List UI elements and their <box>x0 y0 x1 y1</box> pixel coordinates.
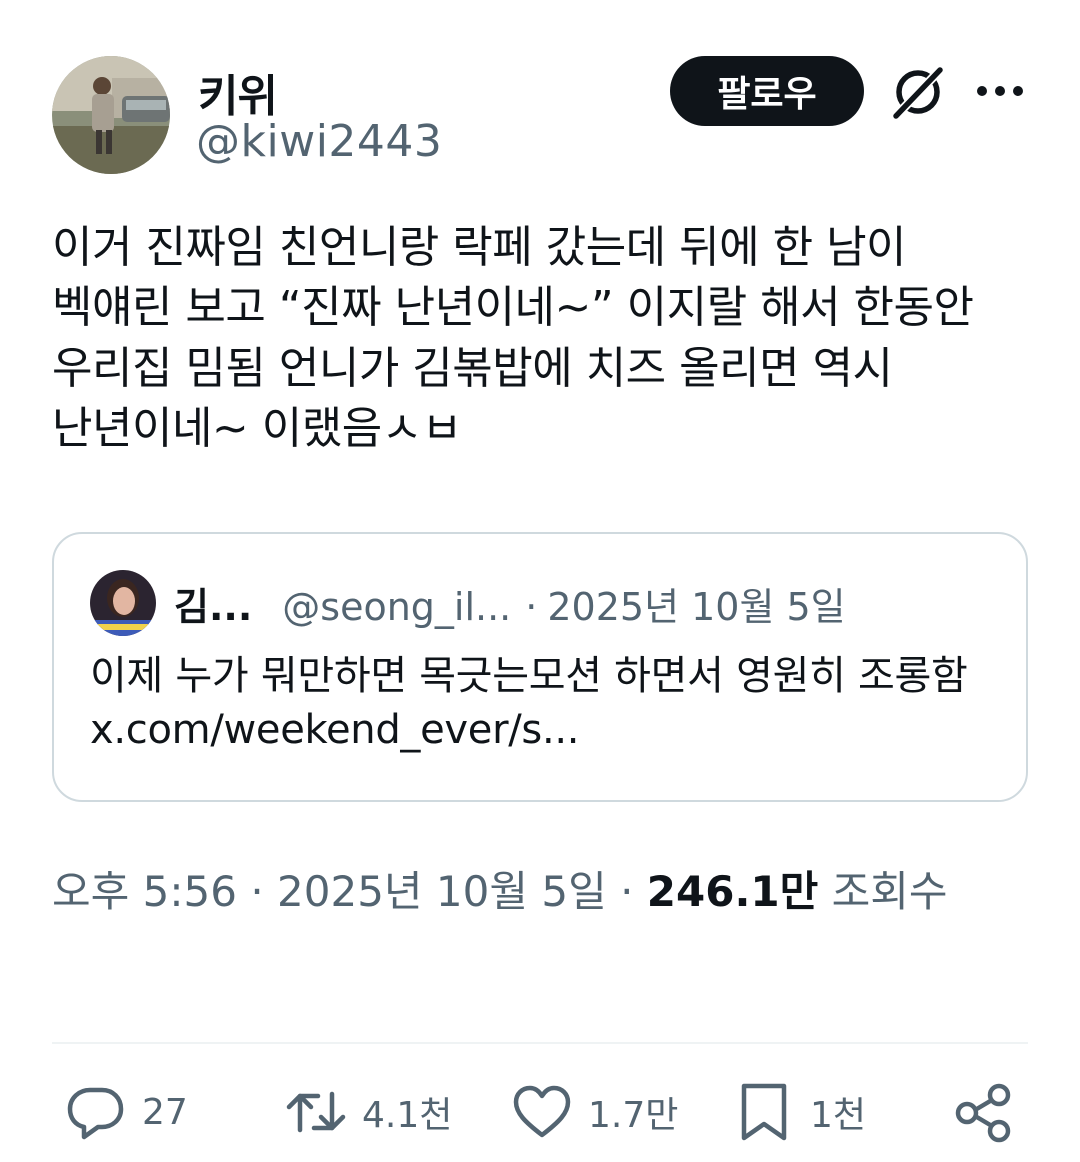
action-bar: 27 4.1천 1.7만 1천 <box>52 1070 1028 1154</box>
author-handle[interactable]: @kiwi2443 <box>196 116 442 167</box>
quoted-tweet-meta: 김... @seong_il... · 2025년 10월 5일 <box>174 576 846 631</box>
grok-icon[interactable] <box>888 62 948 122</box>
quoted-tweet-date: 2025년 10월 5일 <box>547 585 846 629</box>
author-display-name[interactable]: 키위 <box>198 60 278 124</box>
bookmark-button[interactable]: 1천 <box>732 1070 866 1154</box>
share-button[interactable] <box>952 1070 1016 1154</box>
tweet-date[interactable]: 2025년 10월 5일 <box>277 867 607 916</box>
tweet-time[interactable]: 오후 5:56 <box>52 867 237 916</box>
views-label: 조회수 <box>831 867 948 916</box>
separator-dot: · <box>250 867 264 916</box>
quoted-author-avatar <box>90 570 156 636</box>
separator-dot: · <box>525 585 538 629</box>
reply-count: 27 <box>142 1091 188 1133</box>
reply-icon <box>67 1087 124 1140</box>
tweet-text: 이거 진짜임 친언니랑 락페 갔는데 뒤에 한 남이 벡얘린 보고 “진짜 난년… <box>52 222 987 454</box>
quoted-author-handle: @seong_il... <box>282 585 512 629</box>
divider <box>52 1042 1028 1044</box>
heart-icon <box>513 1085 571 1138</box>
retweet-button[interactable]: 4.1천 <box>284 1070 452 1154</box>
separator-dot: · <box>620 867 634 916</box>
views-count: 246.1만 <box>646 867 819 916</box>
more-icon[interactable] <box>974 76 1026 106</box>
follow-button[interactable]: 팔로우 <box>670 56 864 126</box>
tweet-header: 키위 @kiwi2443 팔로우 <box>52 52 1032 176</box>
retweet-icon <box>286 1091 346 1133</box>
reply-button[interactable]: 27 <box>64 1070 188 1154</box>
quoted-author-name: 김... <box>174 585 253 629</box>
bookmark-icon <box>741 1083 787 1141</box>
author-avatar[interactable] <box>52 56 170 174</box>
quoted-tweet-text: 이제 누가 뭐만하면 목긋는모션 하면서 영원히 조롱함 x.com/weeke… <box>90 653 968 753</box>
share-icon <box>955 1083 1011 1143</box>
bookmark-count: 1천 <box>810 1095 867 1136</box>
quoted-tweet[interactable]: 김... @seong_il... · 2025년 10월 5일 이제 누가 뭐만하면… <box>52 532 1028 802</box>
retweet-count: 4.1천 <box>362 1095 453 1136</box>
tweet-meta: 오후 5:56 · 2025년 10월 5일 · 246.1만 조회수 <box>52 858 1012 925</box>
like-count: 1.7만 <box>588 1095 679 1136</box>
like-button[interactable]: 1.7만 <box>510 1070 678 1154</box>
